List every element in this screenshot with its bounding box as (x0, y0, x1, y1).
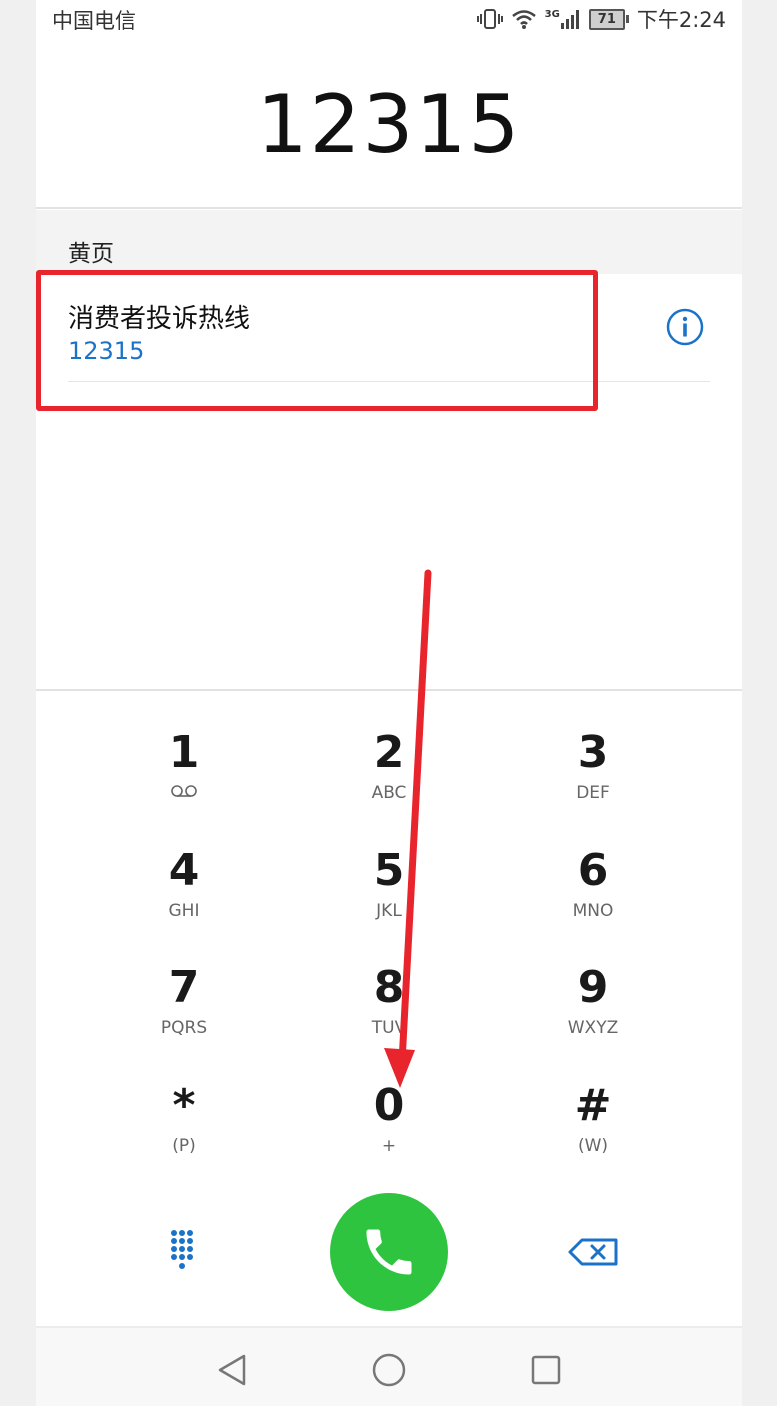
status-icons: 3G 71 下午2:24 (476, 4, 726, 34)
key-4[interactable]: 4 GHI (84, 819, 284, 929)
network-type-label: 3G (544, 9, 560, 20)
navigation-bar (36, 1328, 742, 1406)
backspace-icon[interactable] (566, 1228, 622, 1276)
key-digit: 1 (168, 727, 200, 778)
dialer-screen: 中国电信 3G 71 下午2:24 12315 黄页 消费者投诉热线 12315 (36, 0, 742, 1406)
key-digit: * (172, 1080, 196, 1131)
key-letters: TUV (371, 1018, 407, 1038)
key-letters: + (381, 1136, 397, 1156)
key-hash[interactable]: # (W) (493, 1054, 693, 1164)
key-7[interactable]: 7 PQRS (84, 936, 284, 1046)
dialed-number-display: 12315 (256, 78, 522, 171)
divider (36, 207, 742, 209)
key-3[interactable]: 3 DEF (493, 701, 693, 811)
back-icon[interactable] (212, 1350, 252, 1390)
voicemail-icon (84, 783, 284, 803)
key-digit: 6 (577, 845, 609, 896)
phone-icon (366, 1229, 412, 1275)
key-star[interactable]: * (P) (84, 1054, 284, 1164)
divider (36, 689, 742, 691)
key-letters: (P) (172, 1136, 196, 1156)
key-5[interactable]: 5 JKL (289, 819, 489, 929)
annotation-highlight-box (36, 270, 598, 411)
battery-level: 71 (588, 8, 625, 30)
key-9[interactable]: 9 WXYZ (493, 936, 693, 1046)
key-letters: WXYZ (567, 1018, 619, 1038)
key-digit: 4 (168, 845, 200, 896)
key-6[interactable]: 6 MNO (493, 819, 693, 929)
key-digit: 5 (373, 845, 405, 896)
status-bar: 中国电信 3G 71 下午2:24 (36, 0, 742, 36)
key-letters: JKL (376, 901, 402, 921)
battery-icon: 71 (588, 8, 629, 30)
recents-icon[interactable] (526, 1350, 566, 1390)
signal-icon: 3G (545, 9, 581, 29)
key-8[interactable]: 8 TUV (289, 936, 489, 1046)
dialpad-toggle-icon[interactable] (158, 1225, 214, 1281)
key-digit: 3 (577, 727, 609, 778)
info-icon[interactable] (666, 308, 704, 346)
key-digit: # (574, 1080, 612, 1131)
section-title: 黄页 (68, 241, 114, 267)
key-letters: DEF (576, 783, 610, 803)
key-letters: GHI (168, 901, 200, 921)
key-digit: 2 (373, 727, 405, 778)
key-digit: 9 (577, 962, 609, 1013)
clock: 下午2:24 (636, 8, 726, 32)
key-letters: ABC (371, 783, 407, 803)
key-2[interactable]: 2 ABC (289, 701, 489, 811)
key-letters: PQRS (160, 1018, 208, 1038)
key-digit: 7 (168, 962, 200, 1013)
wifi-icon (511, 8, 537, 30)
key-letters: (W) (577, 1136, 609, 1156)
key-digit: 0 (373, 1080, 405, 1131)
vibrate-icon (476, 8, 503, 30)
key-0[interactable]: 0 + (289, 1054, 489, 1164)
key-digit: 8 (373, 962, 405, 1013)
key-1[interactable]: 1 (84, 701, 284, 811)
home-icon[interactable] (369, 1350, 409, 1390)
key-letters: MNO (572, 901, 614, 921)
section-header: 黄页 (36, 210, 742, 274)
call-button[interactable] (330, 1193, 448, 1311)
carrier-label: 中国电信 (52, 9, 136, 33)
